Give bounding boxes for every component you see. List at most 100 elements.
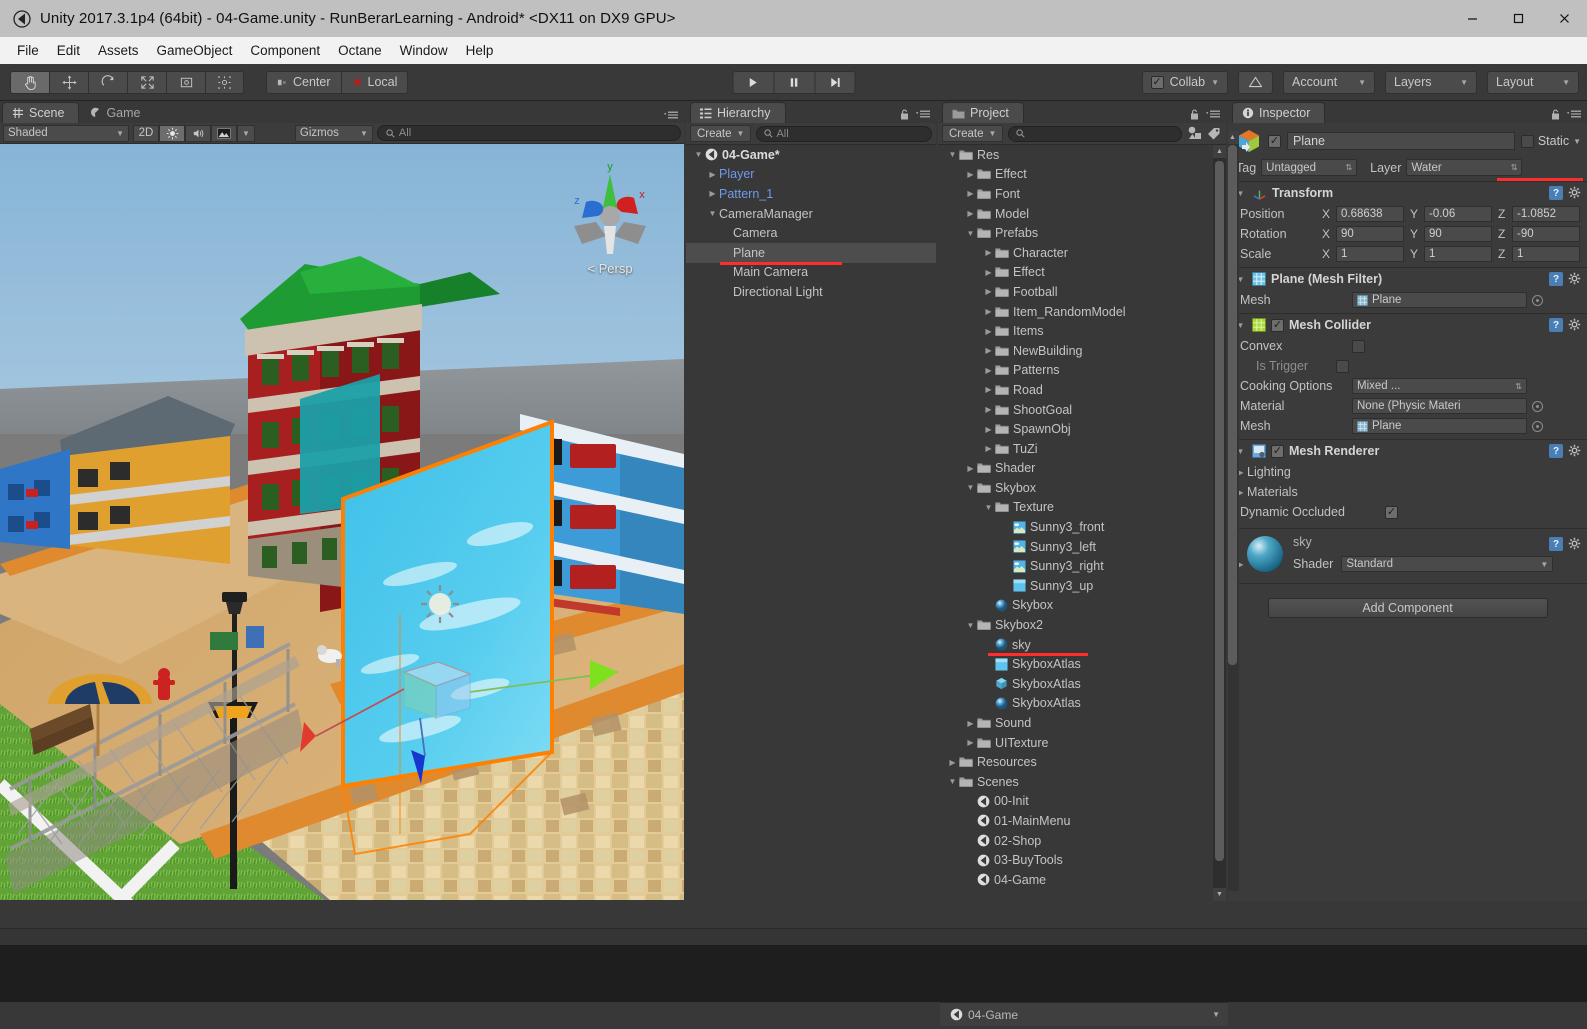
tag-dropdown[interactable]: Untagged ⇅: [1261, 159, 1358, 176]
project-footer-item[interactable]: 04-Game ▼: [940, 1002, 1228, 1026]
project-row-shader[interactable]: ▶ Shader: [938, 459, 1226, 479]
minimize-button[interactable]: [1449, 0, 1495, 37]
chevron-down-icon[interactable]: ▼: [1573, 137, 1581, 146]
mesh-renderer-enabled-checkbox[interactable]: ✓: [1271, 444, 1284, 458]
physic-material-field[interactable]: None (Physic Materi: [1352, 398, 1527, 414]
project-row-font[interactable]: ▶ Font: [938, 184, 1226, 204]
project-row-sunny3-up[interactable]: ▶ Sunny3_up: [938, 576, 1226, 596]
hierarchy-row-pattern-1[interactable]: ▶ Pattern_1: [686, 184, 936, 204]
foldout-arrow-icon[interactable]: ▶: [982, 327, 995, 336]
foldout-arrow-icon[interactable]: ▶: [982, 444, 995, 453]
object-name-field[interactable]: Plane: [1287, 132, 1515, 150]
project-row-res[interactable]: ▼ Res: [938, 145, 1226, 165]
transform-tool-icon[interactable]: [205, 70, 244, 94]
foldout-arrow-icon[interactable]: ▼: [692, 150, 705, 159]
hierarchy-create-button[interactable]: Create ▼: [690, 125, 752, 142]
panel-menu-icon[interactable]: [1567, 110, 1582, 119]
menu-edit[interactable]: Edit: [48, 39, 89, 62]
collab-button[interactable]: ✓ Collab ▼: [1141, 70, 1228, 94]
project-row-sound[interactable]: ▶ Sound: [938, 713, 1226, 733]
maximize-button[interactable]: [1495, 0, 1541, 37]
transform-scale-z[interactable]: 1: [1512, 246, 1580, 262]
project-row-effect[interactable]: ▶ Effect: [938, 263, 1226, 283]
transform-rotation-z[interactable]: -90: [1512, 226, 1580, 242]
foldout-arrow-icon[interactable]: ▼: [964, 483, 977, 492]
static-checkbox[interactable]: ✓: [1520, 134, 1534, 148]
project-search-input[interactable]: [1008, 125, 1182, 142]
inspector-scroll-thumb[interactable]: [1228, 145, 1237, 665]
menu-file[interactable]: File: [8, 39, 48, 62]
tab-inspector[interactable]: Inspector: [1232, 102, 1326, 123]
project-row-03-buytools[interactable]: ▶ 03-BuyTools: [938, 850, 1226, 870]
gizmos-dropdown[interactable]: Gizmos ▼: [294, 124, 373, 142]
project-row-sunny3-right[interactable]: ▶ Sunny3_right: [938, 556, 1226, 576]
foldout-arrow-icon[interactable]: ▼: [964, 229, 977, 238]
prop-lighting-foldout[interactable]: ▶ Lighting: [1228, 462, 1587, 482]
tab-project[interactable]: Project: [942, 102, 1024, 123]
project-row-texture[interactable]: ▼ Texture: [938, 498, 1226, 518]
foldout-arrow-icon[interactable]: ▼: [982, 503, 995, 512]
foldout-arrow-icon[interactable]: ▼: [706, 209, 719, 218]
project-row-00-init[interactable]: ▶ 00-Init: [938, 792, 1226, 812]
tab-hierarchy[interactable]: Hierarchy: [690, 102, 786, 123]
object-active-checkbox[interactable]: ✓: [1268, 134, 1281, 148]
project-row-prefabs[interactable]: ▼ Prefabs: [938, 223, 1226, 243]
mesh-object-field[interactable]: Plane: [1352, 292, 1527, 308]
scene-search-input[interactable]: All: [376, 125, 681, 141]
filter-type-icon[interactable]: [1187, 126, 1203, 141]
hand-tool-icon[interactable]: [10, 70, 49, 94]
project-row-tuzi[interactable]: ▶ TuZi: [938, 439, 1226, 459]
component-header-transform[interactable]: ▼ Transform ?: [1228, 182, 1587, 204]
project-row-football[interactable]: ▶ Football: [938, 282, 1226, 302]
project-row-sunny3-front[interactable]: ▶ Sunny3_front: [938, 517, 1226, 537]
lock-icon[interactable]: [900, 109, 909, 120]
foldout-arrow-icon[interactable]: ▶: [706, 189, 719, 198]
tab-game[interactable]: Game: [79, 102, 156, 123]
project-row-01-mainmenu[interactable]: ▶ 01-MainMenu: [938, 811, 1226, 831]
transform-rotation-y[interactable]: 90: [1424, 226, 1492, 242]
component-header-mesh-filter[interactable]: ▼ Plane (Mesh Filter) ?: [1228, 268, 1587, 290]
project-row-shootgoal[interactable]: ▶ ShootGoal: [938, 400, 1226, 420]
project-row-uitexture[interactable]: ▶ UITexture: [938, 733, 1226, 753]
move-tool-icon[interactable]: [49, 70, 88, 94]
transform-position-y[interactable]: -0.06: [1424, 206, 1492, 222]
foldout-arrow-icon[interactable]: ▶: [964, 170, 977, 179]
close-button[interactable]: [1541, 0, 1587, 37]
help-icon[interactable]: ?: [1549, 186, 1563, 200]
transform-position-x[interactable]: 0.68638: [1336, 206, 1404, 222]
project-row-items[interactable]: ▶ Items: [938, 321, 1226, 341]
foldout-arrow-icon[interactable]: ▶: [964, 464, 977, 473]
cooking-options-dropdown[interactable]: Mixed ... ⇅: [1352, 378, 1527, 394]
project-row-sky[interactable]: ▶ sky: [938, 635, 1226, 657]
transform-scale-y[interactable]: 1: [1424, 246, 1492, 262]
layer-dropdown[interactable]: Water ⇅: [1406, 159, 1523, 176]
play-button[interactable]: [732, 70, 773, 94]
project-row-skyboxatlas[interactable]: ▶ SkyboxAtlas: [938, 654, 1226, 674]
project-row-effect[interactable]: ▶ Effect: [938, 165, 1226, 185]
hierarchy-search-input[interactable]: All: [756, 125, 932, 142]
project-row-04-game[interactable]: ▶ 04-Game: [938, 870, 1226, 890]
foldout-arrow-icon[interactable]: ▶: [964, 738, 977, 747]
help-icon[interactable]: ?: [1549, 318, 1563, 332]
foldout-arrow-icon[interactable]: ▶: [964, 189, 977, 198]
foldout-arrow-icon[interactable]: ▼: [946, 150, 959, 159]
filter-label-icon[interactable]: [1206, 126, 1222, 141]
pause-button[interactable]: [773, 70, 814, 94]
tab-scene[interactable]: Scene: [2, 102, 80, 123]
object-picker-icon[interactable]: [1532, 420, 1543, 432]
object-picker-icon[interactable]: [1532, 400, 1543, 412]
convex-checkbox[interactable]: ✓: [1352, 339, 1365, 353]
menu-assets[interactable]: Assets: [89, 39, 148, 62]
scale-tool-icon[interactable]: [127, 70, 166, 94]
hierarchy-tree[interactable]: ▼ 04-Game* ▶ Player ▶ Pattern_1 ▼ CameraManager…: [686, 145, 936, 901]
add-component-button[interactable]: Add Component: [1267, 598, 1548, 618]
hierarchy-row-plane[interactable]: ▶Plane: [686, 242, 936, 265]
project-scroll-thumb[interactable]: [1215, 161, 1224, 861]
prop-materials-foldout[interactable]: ▶ Materials: [1228, 482, 1587, 502]
project-tree[interactable]: ▼ Res ▶ Effect ▶ Font ▶ Model ▼ Prefabs ▶ Character…: [938, 145, 1226, 901]
project-row-skyboxatlas[interactable]: ▶ SkyboxAtlas: [938, 694, 1226, 714]
foldout-arrow-icon[interactable]: ▶: [982, 366, 995, 375]
gear-icon[interactable]: [1568, 537, 1582, 551]
hierarchy-row-main-camera[interactable]: ▶Main Camera: [686, 263, 936, 283]
draw-mode-dropdown[interactable]: Shaded ▼: [3, 124, 129, 142]
